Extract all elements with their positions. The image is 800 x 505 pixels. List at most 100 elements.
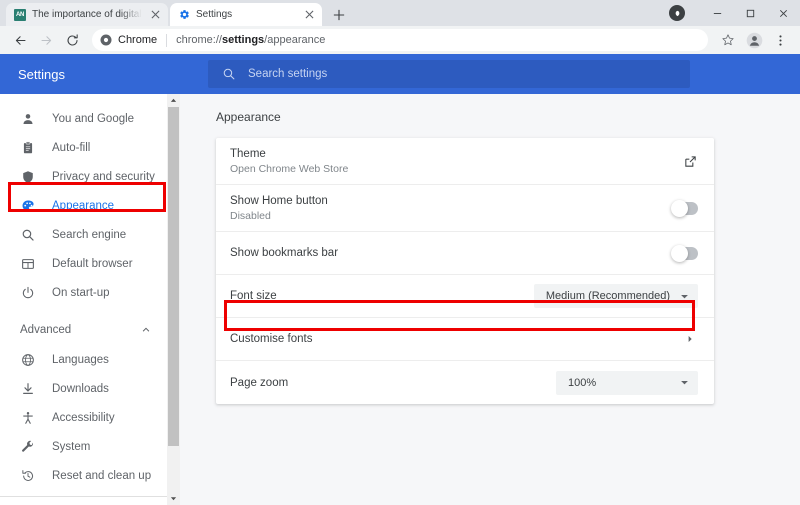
scrollbar-thumb[interactable]: [168, 107, 179, 446]
arrow-right-icon[interactable]: [686, 335, 698, 343]
setting-row-customise-fonts[interactable]: Customise fonts: [216, 318, 714, 361]
sidebar-scrollbar[interactable]: [167, 94, 180, 505]
sidebar-item-label: You and Google: [52, 112, 135, 125]
url-prefix: chrome://: [176, 34, 222, 46]
row-sublabel: Open Chrome Web Store: [230, 162, 349, 175]
close-icon[interactable]: [148, 8, 162, 22]
globe-icon: [20, 352, 36, 368]
star-icon[interactable]: [716, 28, 740, 52]
page-zoom-dropdown[interactable]: 100%: [556, 370, 698, 395]
settings-header-bar: Settings Search settings: [0, 54, 800, 94]
setting-row-show-home-button[interactable]: Show Home button Disabled: [216, 185, 714, 232]
minimize-icon[interactable]: [701, 0, 734, 26]
sidebar-item-label: Appearance: [52, 199, 115, 212]
forward-arrow-icon: [34, 28, 58, 52]
three-dot-menu-icon[interactable]: [768, 28, 792, 52]
account-avatar-icon[interactable]: [742, 28, 766, 52]
scrollbar-track[interactable]: [167, 107, 180, 492]
row-sublabel: Disabled: [230, 209, 271, 222]
download-icon: [20, 381, 36, 397]
search-placeholder: Search settings: [248, 68, 328, 80]
row-text: Customise fonts: [230, 333, 312, 345]
toggle-knob: [671, 199, 688, 217]
clipboard-icon: [20, 140, 36, 156]
sidebar-item-label: Downloads: [52, 382, 109, 395]
sidebar-item-label: Accessibility: [52, 411, 115, 424]
sidebar-item-label: Languages: [52, 353, 109, 366]
browser-toolbar: Chrome chrome://settings/appearance: [0, 26, 800, 54]
address-bar-url: chrome://settings/appearance: [176, 34, 325, 46]
appearance-settings-card: Theme Open Chrome Web Store Show Home bu…: [216, 138, 714, 404]
chevron-down-icon: [680, 292, 689, 301]
new-tab-button[interactable]: [326, 3, 352, 26]
tab-title: The importance of digital accessibili: [32, 9, 142, 20]
window-close-icon[interactable]: [767, 0, 800, 26]
sidebar-item-system[interactable]: System: [0, 432, 167, 461]
sidebar-item-downloads[interactable]: Downloads: [0, 374, 167, 403]
favicon-text: AN: [14, 8, 26, 21]
sidebar-item-on-start-up[interactable]: On start-up: [0, 278, 167, 307]
row-label: Customise fonts: [230, 333, 313, 345]
maximize-icon[interactable]: [734, 0, 767, 26]
scroll-up-arrow-icon[interactable]: [167, 94, 180, 107]
external-link-icon[interactable]: [683, 154, 698, 169]
search-icon: [222, 67, 236, 81]
url-suffix: /appearance: [264, 34, 326, 46]
row-label: Page zoom: [230, 376, 289, 389]
sidebar-item-label: Search engine: [52, 228, 127, 241]
tab-settings[interactable]: Settings: [170, 3, 322, 26]
scroll-down-arrow-icon[interactable]: [167, 492, 180, 505]
row-label: Show bookmarks bar: [230, 247, 339, 259]
sidebar-item-search-engine[interactable]: Search engine: [0, 220, 167, 249]
sidebar-item-extensions[interactable]: Extensions: [0, 497, 167, 505]
toggle-show-home-button[interactable]: [671, 199, 698, 217]
advanced-label: Advanced: [20, 324, 72, 336]
sidebar-item-appearance[interactable]: Appearance: [0, 191, 167, 220]
row-text: Show Home button Disabled: [230, 195, 328, 222]
row-text: Page zoom: [230, 377, 288, 389]
omnibox-divider: [166, 33, 168, 47]
browser-window: AN The importance of digital accessibili…: [0, 0, 800, 505]
font-size-dropdown[interactable]: Medium (Recommended): [533, 284, 698, 308]
close-icon[interactable]: [302, 8, 316, 22]
power-icon: [20, 285, 36, 301]
url-bold-part: settings: [221, 34, 265, 46]
sidebar-item-accessibility[interactable]: Accessibility: [0, 403, 167, 432]
setting-row-theme[interactable]: Theme Open Chrome Web Store: [216, 138, 714, 185]
sidebar-section-advanced[interactable]: Advanced: [0, 315, 167, 345]
chevron-up-icon[interactable]: [141, 325, 151, 335]
wrench-icon: [20, 439, 36, 455]
gear-favicon: [178, 9, 190, 21]
setting-row-font-size[interactable]: Font size Medium (Recommended): [216, 275, 714, 318]
reload-icon[interactable]: [60, 28, 84, 52]
search-icon: [20, 227, 36, 243]
setting-row-page-zoom[interactable]: Page zoom 100%: [216, 361, 714, 404]
sidebar-item-you-and-google[interactable]: You and Google: [0, 104, 167, 133]
row-text: Theme Open Chrome Web Store: [230, 148, 348, 175]
accessibility-icon: [20, 410, 36, 426]
address-bar[interactable]: Chrome chrome://settings/appearance: [92, 29, 708, 51]
an-badge-favicon: AN: [14, 8, 26, 21]
row-label: Font size: [230, 290, 277, 302]
search-input[interactable]: Search settings: [208, 60, 690, 88]
settings-content: Appearance Theme Open Chrome Web Store S…: [180, 94, 800, 505]
row-text: Font size: [230, 290, 277, 302]
profile-indicator-icon[interactable]: [669, 5, 685, 21]
sidebar-item-privacy-and-security[interactable]: Privacy and security: [0, 162, 167, 191]
browser-window-icon: [20, 256, 36, 272]
sidebar-item-default-browser[interactable]: Default browser: [0, 249, 167, 278]
toggle-show-bookmarks-bar[interactable]: [671, 244, 698, 262]
settings-body: You and Google Auto-fill Privacy and sec…: [0, 94, 800, 505]
settings-sidebar: You and Google Auto-fill Privacy and sec…: [0, 94, 167, 505]
sidebar-item-reset-and-clean-up[interactable]: Reset and clean up: [0, 461, 167, 490]
sidebar-item-label: Reset and clean up: [52, 469, 152, 482]
tab-article[interactable]: AN The importance of digital accessibili: [6, 3, 168, 26]
setting-row-show-bookmarks-bar[interactable]: Show bookmarks bar: [216, 232, 714, 275]
page-title: Settings: [18, 66, 65, 82]
sidebar-item-languages[interactable]: Languages: [0, 345, 167, 374]
sidebar-item-auto-fill[interactable]: Auto-fill: [0, 133, 167, 162]
sidebar-item-label: Default browser: [52, 257, 133, 270]
back-arrow-icon[interactable]: [8, 28, 32, 52]
row-label: Theme: [230, 147, 266, 160]
tab-title: Settings: [196, 9, 233, 20]
